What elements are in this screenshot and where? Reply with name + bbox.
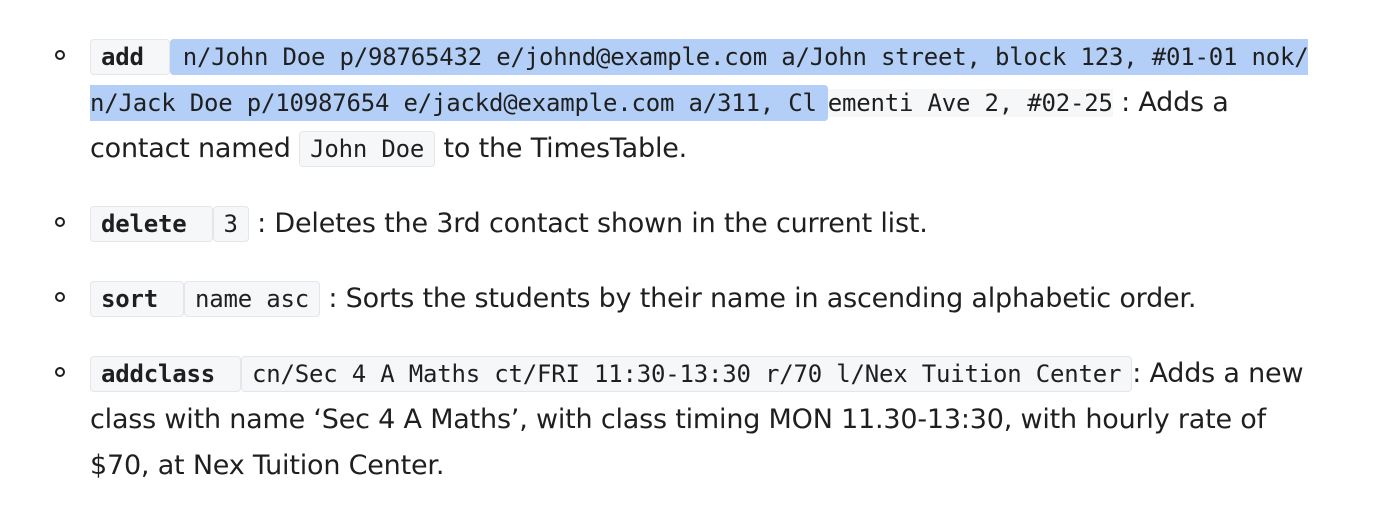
command-example-list: add n/John Doe p/98765432 e/johnd@example… <box>0 0 1390 489</box>
hollow-circle-bullet-icon <box>55 292 65 302</box>
hollow-circle-bullet-icon <box>55 217 65 227</box>
hollow-circle-bullet-icon <box>55 50 65 60</box>
add-arguments-code-rest: ementi Ave 2, #02-25 <box>827 89 1113 117</box>
add-command-code: add <box>90 39 170 75</box>
sort-command-code: sort <box>90 281 184 317</box>
delete-arguments-code: 3 <box>212 206 249 242</box>
name-example-code: John Doe <box>299 131 436 167</box>
hollow-circle-bullet-icon <box>55 367 65 377</box>
sort-arguments-code: name asc <box>184 281 320 317</box>
addclass-command-code: addclass <box>90 356 241 392</box>
delete-command-code: delete <box>90 206 213 242</box>
list-item-delete: delete 3 : Deletes the 3rd contact shown … <box>55 201 1330 247</box>
addclass-arguments-code: cn/Sec 4 A Maths ct/FRI 11:30-13:30 r/70… <box>241 356 1133 392</box>
delete-description-text: : Deletes the 3rd contact shown in the c… <box>248 208 928 239</box>
sort-description-text: : Sorts the students by their name in as… <box>320 283 1197 314</box>
list-item-addclass: addclass cn/Sec 4 A Maths ct/FRI 11:30-13… <box>55 351 1330 489</box>
list-item-sort: sort name asc : Sorts the students by the… <box>55 276 1330 322</box>
add-description-end-text: to the TimesTable. <box>435 133 688 164</box>
list-item-add: add n/John Doe p/98765432 e/johnd@example… <box>55 34 1330 172</box>
